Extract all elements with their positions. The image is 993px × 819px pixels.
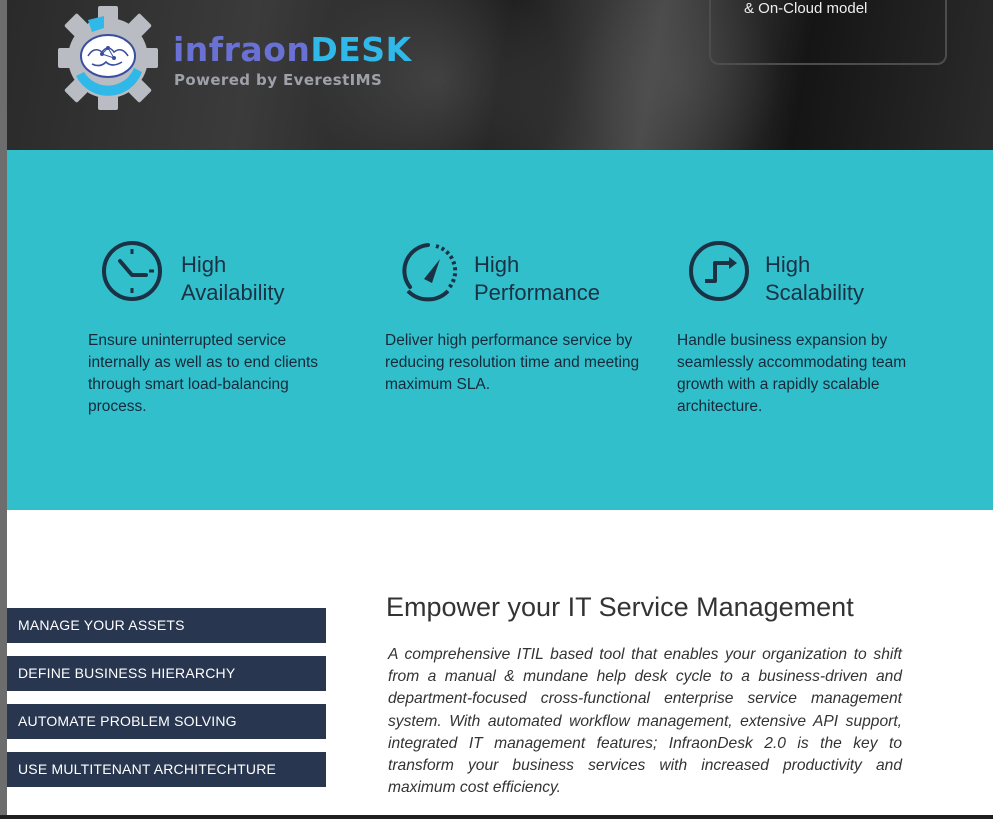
- feature-title-performance: High Performance: [474, 251, 600, 307]
- brand-name-part1: infraon: [173, 30, 311, 69]
- viewer-left-edge: [0, 0, 7, 819]
- define-hierarchy-button[interactable]: DEFINE BUSINESS HIERARCHY: [7, 656, 326, 691]
- feature-description-performance: Deliver high performance service by redu…: [385, 332, 640, 393]
- powered-by-text: Powered by EverestIMS: [174, 71, 383, 89]
- page-bottom-rule: [0, 815, 993, 819]
- feature-title-availability: High Availability: [181, 251, 285, 307]
- section-heading: Empower your IT Service Management: [386, 592, 854, 622]
- feature-title-scalability: High Scalability: [765, 251, 864, 307]
- feature-description-scalability: Handle business expansion by seamlessly …: [677, 332, 907, 415]
- feature-title-line: Scalability: [765, 280, 865, 305]
- clock-icon: [102, 241, 162, 301]
- brand-name-part2: DESK: [310, 30, 412, 69]
- automate-problem-solving-button[interactable]: AUTOMATE PROBLEM SOLVING: [7, 704, 326, 739]
- feature-title-line: High: [474, 252, 520, 277]
- multitenant-architecture-button[interactable]: USE MULTITENANT ARCHITECHTURE: [7, 752, 326, 787]
- feature-title-line: Performance: [474, 280, 600, 305]
- brand-name: infraonDESK: [173, 30, 412, 69]
- feature-title-line: Availability: [181, 280, 285, 305]
- speedometer-icon: [402, 243, 458, 302]
- feature-title-line: High: [181, 252, 227, 277]
- feature-description-availability: Ensure uninterrupted service internally …: [88, 332, 319, 415]
- step-arrow-icon: [689, 241, 749, 301]
- infraon-logo-icon: [58, 6, 158, 110]
- manage-assets-button[interactable]: MANAGE YOUR ASSETS: [7, 608, 326, 643]
- section-paragraph: A comprehensive ITIL based tool that ena…: [388, 646, 902, 797]
- feature-title-line: High: [765, 252, 811, 277]
- cloud-model-text: & On-Cloud model: [744, 0, 868, 17]
